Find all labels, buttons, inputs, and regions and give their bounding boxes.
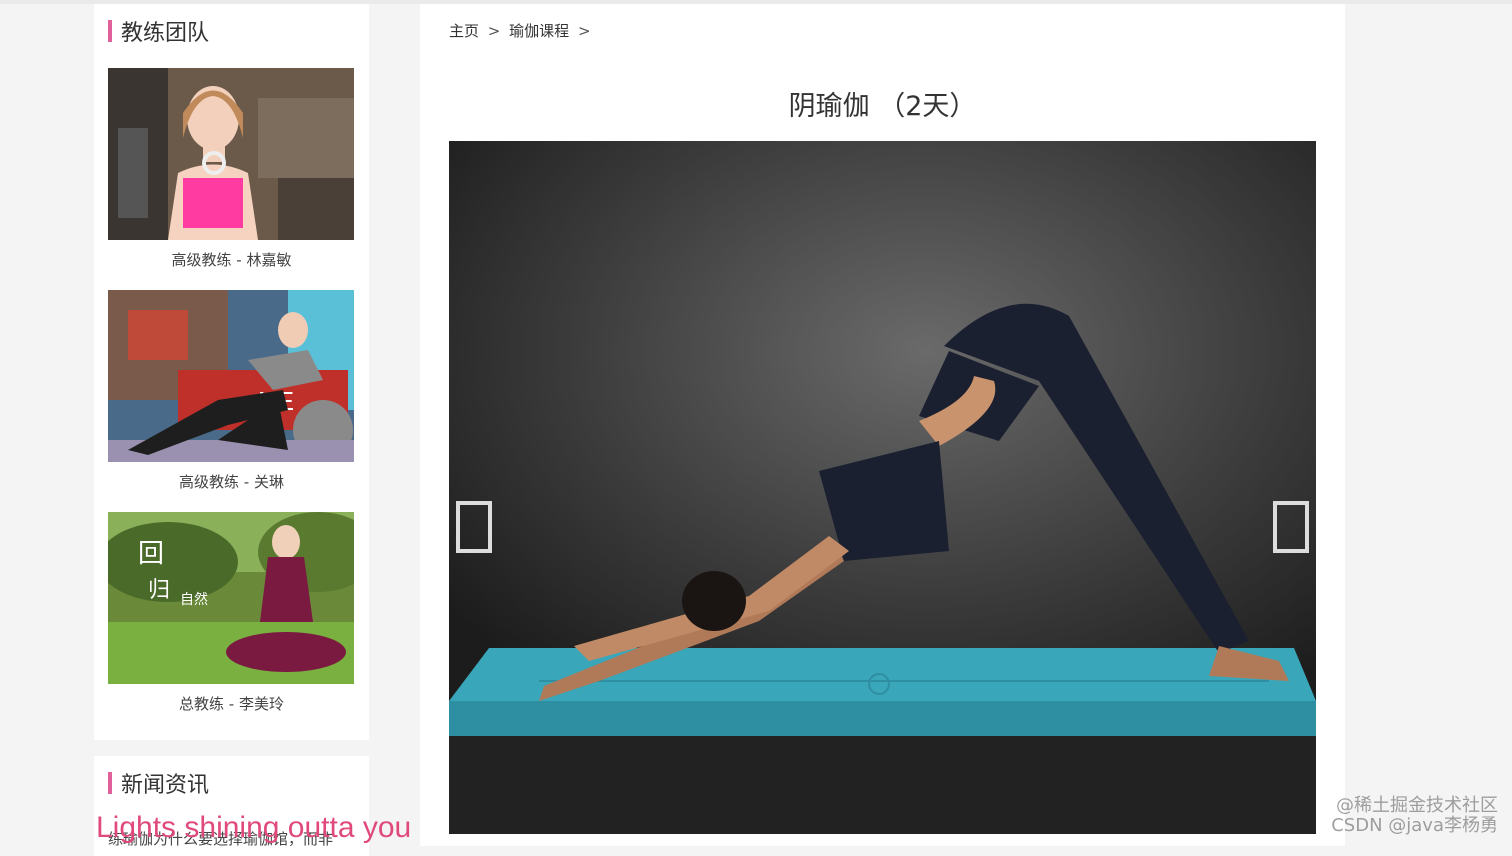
coach-card[interactable]: 回 归 自然 总教练 - 李美玲 <box>108 512 355 724</box>
news-title: 新闻资讯 <box>121 767 209 799</box>
coach-card[interactable]: 高级教练 - 林嘉敏 <box>108 68 355 280</box>
coach-name[interactable]: 高级教练 - 林嘉敏 <box>108 240 355 280</box>
svg-text:回: 回 <box>138 539 164 569</box>
news-heading: 新闻资讯 <box>108 756 355 810</box>
coach-team-title: 教练团队 <box>121 15 209 47</box>
course-detail-panel: 主页 > 瑜伽课程 > 阴瑜伽 （2天） <box>420 4 1345 846</box>
course-image-gallery <box>449 141 1316 834</box>
breadcrumb-category-link[interactable]: 瑜伽课程 <box>509 22 569 40</box>
watermark: @稀土掘金技术社区 CSDN @java李杨勇 <box>1331 796 1498 836</box>
coach-name[interactable]: 总教练 - 李美玲 <box>108 684 355 724</box>
heading-accent-bar <box>108 20 112 42</box>
svg-text:自然: 自然 <box>180 591 208 608</box>
breadcrumb-home-link[interactable]: 主页 <box>449 22 479 40</box>
watermark-line: CSDN @java李杨勇 <box>1331 816 1498 836</box>
coach-photo-li[interactable]: 回 归 自然 <box>108 512 354 684</box>
breadcrumb: 主页 > 瑜伽课程 > <box>449 20 595 41</box>
breadcrumb-separator: > <box>578 22 591 40</box>
yoga-pose-photo <box>449 141 1316 834</box>
watermark-line: @稀土掘金技术社区 <box>1331 796 1498 816</box>
heading-accent-bar <box>108 772 112 794</box>
course-title: 阴瑜伽 （2天） <box>420 84 1345 123</box>
gallery-prev-button[interactable] <box>456 501 492 553</box>
coach-card[interactable]: NE 高级教练 - 关琳 <box>108 290 355 502</box>
gallery-next-button[interactable] <box>1273 501 1309 553</box>
coach-name[interactable]: 高级教练 - 关琳 <box>108 462 355 502</box>
coach-photo-guan[interactable]: NE <box>108 290 354 462</box>
coach-photo-lin[interactable] <box>108 68 354 240</box>
svg-text:归: 归 <box>148 578 170 603</box>
sidebar: 教练团队 高级教练 - 林嘉敏 <box>94 4 369 740</box>
lyric-overlay: Lights shining outta you <box>96 811 411 846</box>
breadcrumb-separator: > <box>488 22 501 40</box>
coach-team-heading: 教练团队 <box>108 4 355 58</box>
coach-team-panel: 教练团队 高级教练 - 林嘉敏 <box>94 4 369 740</box>
